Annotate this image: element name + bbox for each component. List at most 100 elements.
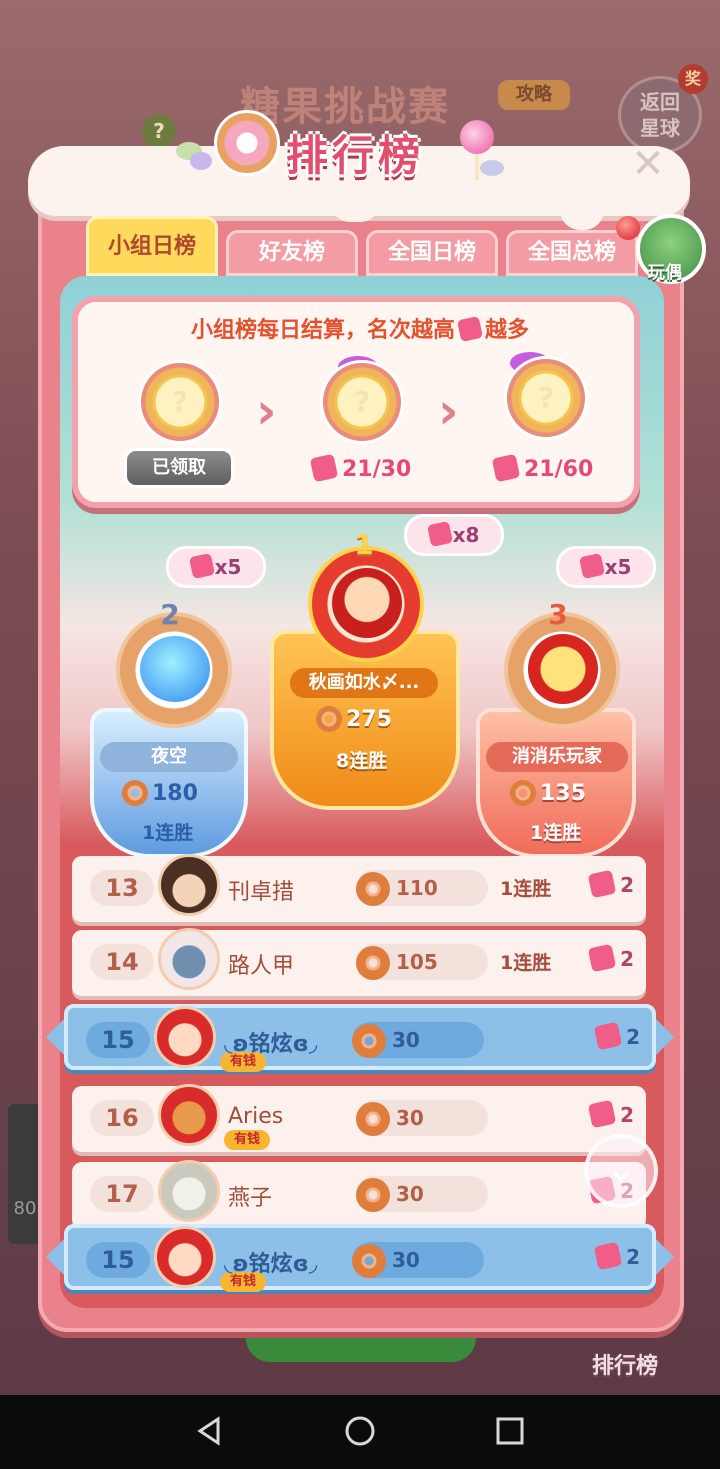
score-value: 30 xyxy=(392,1028,420,1052)
reward-info-text-before: 小组榜每日结算，名次越高 xyxy=(190,318,455,343)
player-name: ◟ʚ铭炫ɞ◞ xyxy=(224,1032,318,1057)
player-name: Aries xyxy=(228,1104,284,1129)
pieces-value: 2 xyxy=(626,1245,640,1269)
row-pieces: 2 xyxy=(587,1099,634,1129)
row-pieces: 2 xyxy=(587,869,634,899)
score-value: 135 xyxy=(540,781,586,806)
dialog-title: 排行榜 xyxy=(286,131,425,180)
row-rank: 15 xyxy=(86,1022,150,1058)
reward-chest-1[interactable]: ? xyxy=(138,360,222,444)
avatar-image xyxy=(528,634,598,704)
avatar[interactable] xyxy=(158,1160,220,1222)
puzzle-piece-icon xyxy=(578,552,605,580)
back-icon[interactable] xyxy=(194,1415,226,1447)
score-first: 275 xyxy=(316,706,392,732)
progress-value: 21/60 xyxy=(524,457,594,482)
strategy-button[interactable]: 攻略 xyxy=(498,80,570,110)
highlight-arrow-left xyxy=(46,1019,64,1055)
puzzle-piece-icon xyxy=(426,520,453,548)
puzzle-piece-icon xyxy=(491,453,521,483)
row-score: 110 xyxy=(356,870,488,906)
recent-apps-icon[interactable] xyxy=(494,1415,526,1447)
score-second: 180 xyxy=(122,780,198,806)
donut-icon xyxy=(356,1178,390,1212)
puzzle-piece-icon xyxy=(593,1241,623,1271)
highlight-arrow-left xyxy=(46,1239,64,1275)
row-rank: 15 xyxy=(86,1242,150,1278)
system-navigation-bar xyxy=(0,1395,720,1469)
my-rank-row[interactable]: 15 有钱 ◟ʚ铭炫ɞ◞ 30 2 xyxy=(46,1224,674,1292)
player-name: 刊卓措 xyxy=(228,880,295,905)
rank-number-first: 1 xyxy=(354,528,374,561)
row-score: 30 xyxy=(352,1242,484,1278)
puzzle-piece-icon xyxy=(309,453,339,483)
streak-second: 1连胜 xyxy=(142,822,194,844)
row-rank: 17 xyxy=(90,1176,154,1212)
ranking-button-background: 排行榜 xyxy=(592,1354,659,1379)
prize-badge: 奖 xyxy=(678,64,708,94)
avatar[interactable] xyxy=(158,854,220,916)
donut-icon xyxy=(122,780,148,806)
reward-bubble-second: x5 xyxy=(166,546,266,588)
player-name: 燕子 xyxy=(228,1186,273,1211)
table-row-me[interactable]: 15 有钱 ◟ʚ铭炫ɞ◞ 30 2 xyxy=(46,1004,674,1072)
close-icon[interactable]: ✕ xyxy=(628,144,668,184)
avatar[interactable] xyxy=(158,1084,220,1146)
avatar[interactable] xyxy=(154,1006,216,1068)
home-icon[interactable] xyxy=(344,1415,376,1447)
candy-decoration xyxy=(190,152,212,170)
rank-number-second: 2 xyxy=(160,598,180,631)
reward-chest-2[interactable]: ? xyxy=(320,360,404,444)
reward-count: x5 xyxy=(604,555,632,579)
table-row[interactable]: 14 路人甲 105 1连胜 2 xyxy=(72,928,646,996)
scroll-down-chevron-icon[interactable]: ⌄ xyxy=(584,1134,658,1208)
score-value: 180 xyxy=(152,781,198,806)
avatar[interactable] xyxy=(154,1226,216,1288)
rich-badge: 有钱 xyxy=(224,1130,270,1150)
reward-progress-3: 21/60 xyxy=(491,453,594,483)
rank-number-third: 3 xyxy=(548,598,568,631)
reward-info-text-after: 越多 xyxy=(485,318,530,343)
tab-friends[interactable]: 好友榜 xyxy=(226,230,358,276)
table-row[interactable]: 16 有钱 Aries 30 2 xyxy=(72,1084,646,1152)
reward-count: x8 xyxy=(452,523,480,547)
table-row[interactable]: 17 燕子 30 2 xyxy=(72,1160,646,1228)
avatar[interactable] xyxy=(158,928,220,990)
progress-value: 21/30 xyxy=(342,457,412,482)
score-third: 135 xyxy=(510,780,586,806)
candy-decoration xyxy=(480,160,504,176)
pieces-value: 2 xyxy=(626,1025,640,1049)
donut-icon xyxy=(316,706,342,732)
tab-national-daily[interactable]: 全国日榜 xyxy=(366,230,498,276)
donut-icon xyxy=(510,780,536,806)
donut-icon xyxy=(214,110,280,176)
puzzle-piece-icon xyxy=(587,943,617,973)
lollipop-icon xyxy=(460,120,494,154)
pieces-value: 2 xyxy=(620,873,634,897)
reward-bubble-third: x5 xyxy=(556,546,656,588)
avatar-image xyxy=(332,568,402,638)
tab-national-total[interactable]: 全国总榜 xyxy=(506,230,638,276)
row-pieces: 2 xyxy=(587,943,634,973)
reward-progress-2: 21/30 xyxy=(309,453,412,483)
row-score: 30 xyxy=(352,1022,484,1058)
player-name: 路人甲 xyxy=(228,954,295,979)
pieces-value: 2 xyxy=(620,1103,634,1127)
row-rank: 14 xyxy=(90,944,154,980)
row-score: 30 xyxy=(356,1176,488,1212)
streak-third: 1连胜 xyxy=(530,822,582,844)
tab-group-daily[interactable]: 小组日榜 xyxy=(86,216,218,276)
donut-icon xyxy=(352,1244,386,1278)
donut-icon xyxy=(352,1024,386,1058)
streak-first: 8连胜 xyxy=(336,750,388,772)
reward-info-text: 小组榜每日结算，名次越高 越多 xyxy=(0,312,720,344)
help-icon[interactable]: ? xyxy=(142,114,176,148)
row-score: 30 xyxy=(356,1100,488,1136)
table-row[interactable]: 13 刊卓措 110 1连胜 2 xyxy=(72,854,646,922)
reward-chest-3[interactable]: ? xyxy=(504,356,588,440)
claimed-button: 已领取 xyxy=(124,448,234,488)
player-name-second: 夜空 xyxy=(100,742,238,772)
row-rank: 16 xyxy=(90,1100,154,1136)
highlight-arrow-right xyxy=(656,1239,674,1275)
row-rank: 13 xyxy=(90,870,154,906)
